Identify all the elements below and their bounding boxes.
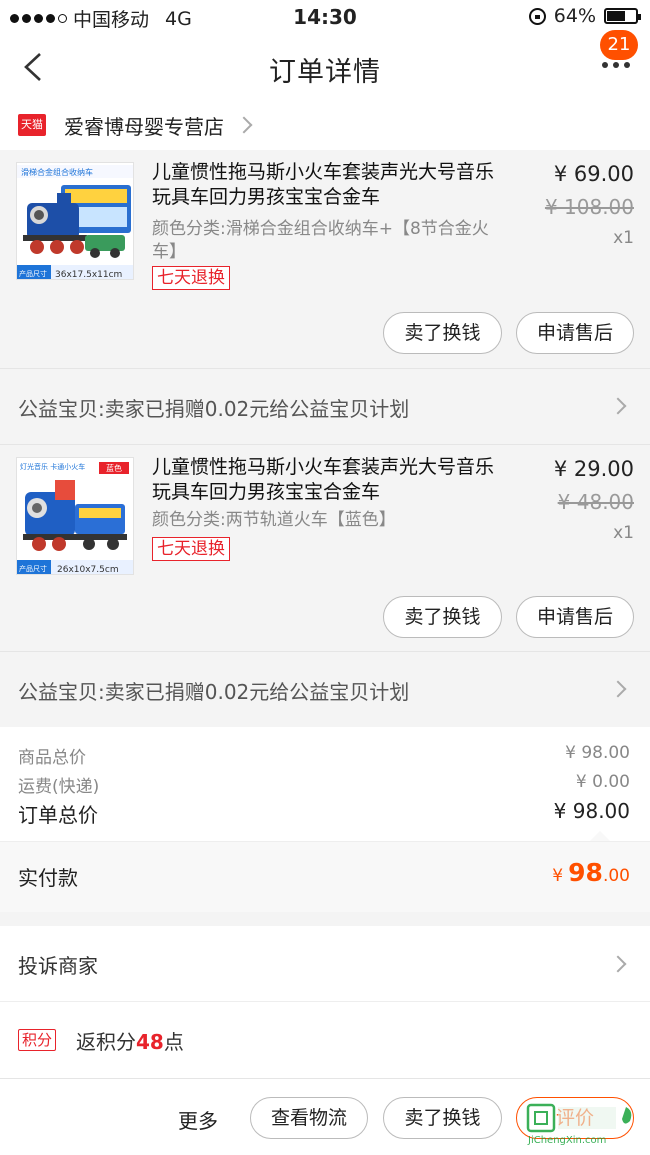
watermark-logo: JiChengXin.com [526, 1103, 632, 1145]
order-total-row: 订单总价 ¥ 98.00 [18, 799, 630, 828]
complain-label: 投诉商家 [18, 954, 98, 978]
charity-text: 公益宝贝:卖家已捐赠0.02元给公益宝贝计划 [18, 680, 410, 704]
message-count-badge: 21 [600, 30, 638, 60]
battery-percent: 64% [553, 5, 596, 27]
product-title[interactable]: 儿童惯性拖马斯小火车套装声光大号音乐玩具车回力男孩宝宝合金车 [152, 455, 512, 505]
goods-total-row: 商品总价 ¥ 98.00 [18, 743, 630, 768]
status-right: 64% [528, 5, 641, 27]
pointer-caret [590, 831, 610, 841]
goods-total-label: 商品总价 [18, 748, 86, 768]
thumb-size-label: 产品尺寸 [19, 269, 47, 278]
shipping-label: 运费(快递) [18, 777, 100, 797]
thumb-size-text: 26x10x7.5cm [57, 565, 119, 575]
shipping-row: 运费(快递) ¥ 0.00 [18, 772, 630, 797]
tmall-logo-icon: 天猫 [18, 114, 46, 136]
original-price: ¥ 48.00 [557, 490, 634, 514]
points-text: 返积分48点 [76, 1026, 184, 1055]
shop-row[interactable]: 天猫 爱睿博母婴专营店 [0, 100, 650, 150]
chevron-right-icon [609, 955, 627, 973]
product-quantity: x1 [613, 523, 634, 543]
shop-name: 爱睿博母婴专营店 [64, 114, 224, 139]
product-spec: 颜色分类:两节轨道火车【蓝色】 [152, 510, 396, 530]
chevron-right-icon [609, 680, 627, 698]
sell-button[interactable]: 卖了换钱 [383, 312, 502, 354]
order-total-value: ¥ 98.00 [553, 799, 630, 823]
thumb-header-text: 灯光音乐 卡通小火车 [20, 462, 85, 471]
watermark-text: JiChengXin.com [527, 1135, 606, 1145]
rotation-lock-icon [528, 7, 546, 25]
product-price: ¥ 69.00 [553, 162, 634, 186]
points-badge: 积分 [18, 1029, 57, 1051]
bottom-action-bar: 更多 查看物流 卖了换钱 评价 JiChengXin.com [0, 1078, 650, 1155]
view-logistics-button[interactable]: 查看物流 [250, 1097, 368, 1139]
product-thumbnail[interactable]: 灯光音乐 卡通小火车 蓝色 产品尺寸 26x10x7.5cm [16, 457, 134, 575]
toy-train-image: 灯光音乐 卡通小火车 蓝色 产品尺寸 26x10x7.5cm [17, 458, 133, 575]
points-value: 48 [136, 1030, 164, 1054]
complain-seller-row[interactable]: 投诉商家 [0, 926, 650, 1002]
after-sales-button[interactable]: 申请售后 [516, 312, 634, 354]
thumb-size-label: 产品尺寸 [19, 564, 47, 573]
charity-row[interactable]: 公益宝贝:卖家已捐赠0.02元给公益宝贝计划 [0, 368, 650, 444]
more-menu-icon[interactable] [602, 62, 630, 68]
return-policy-tag: 七天退换 [152, 537, 230, 561]
chevron-right-icon [235, 116, 253, 134]
shipping-value: ¥ 0.00 [575, 772, 630, 792]
original-price: ¥ 108.00 [544, 195, 634, 219]
product-thumbnail[interactable]: 滑梯合金组合收纳车 产品尺寸 36x17.5x11cm [16, 162, 134, 280]
paid-label: 实付款 [18, 866, 78, 890]
product-spec: 颜色分类:滑梯合金组合收纳车+【8节合金火车】 [152, 219, 489, 262]
thumb-color-text: 蓝色 [106, 463, 122, 473]
sell-button[interactable]: 卖了换钱 [383, 596, 502, 638]
thumb-size-text: 36x17.5x11cm [55, 270, 122, 280]
paid-decimal: .00 [602, 866, 630, 886]
status-bar: 中国移动 4G 14:30 64% [0, 0, 650, 34]
goods-total-value: ¥ 98.00 [565, 743, 630, 763]
product-title[interactable]: 儿童惯性拖马斯小火车套装声光大号音乐玩具车回力男孩宝宝合金车 [152, 160, 512, 210]
paid-currency: ¥ [552, 866, 564, 886]
nav-bar: 订单详情 21 [0, 30, 650, 100]
order-total-label: 订单总价 [18, 803, 98, 827]
paid-integer: 98 [568, 858, 603, 887]
chevron-right-icon [609, 397, 627, 415]
battery-icon [604, 8, 641, 24]
charity-row[interactable]: 公益宝贝:卖家已捐赠0.02元给公益宝贝计划 [0, 651, 650, 727]
points-row: 积分 返积分48点 [0, 1002, 650, 1078]
order-item[interactable]: 滑梯合金组合收纳车 产品尺寸 36x17.5x11cm 儿童惯性拖马斯小火车套装… [0, 150, 650, 368]
sell-button[interactable]: 卖了换钱 [383, 1097, 502, 1139]
thumb-header-text: 滑梯合金组合收纳车 [21, 167, 93, 177]
points-suffix: 点 [163, 1030, 184, 1054]
paid-row: 实付款 ¥ 98.00 [0, 841, 650, 912]
charity-text: 公益宝贝:卖家已捐赠0.02元给公益宝贝计划 [18, 397, 410, 421]
page-title: 订单详情 [269, 57, 381, 88]
paid-amount: ¥ 98.00 [552, 858, 630, 887]
product-price: ¥ 29.00 [553, 457, 634, 481]
toy-train-image: 滑梯合金组合收纳车 产品尺寸 36x17.5x11cm [17, 163, 133, 280]
return-policy-tag: 七天退换 [152, 266, 230, 290]
order-item[interactable]: 灯光音乐 卡通小火车 蓝色 产品尺寸 26x10x7.5cm 儿童惯性拖马斯小火… [0, 444, 650, 651]
price-summary: 商品总价 ¥ 98.00 运费(快递) ¥ 0.00 订单总价 ¥ 98.00 … [0, 727, 650, 912]
after-sales-button[interactable]: 申请售后 [516, 596, 634, 638]
product-quantity: x1 [613, 228, 634, 248]
points-prefix: 返积分 [76, 1030, 136, 1054]
more-button[interactable]: 更多 [178, 1105, 218, 1134]
